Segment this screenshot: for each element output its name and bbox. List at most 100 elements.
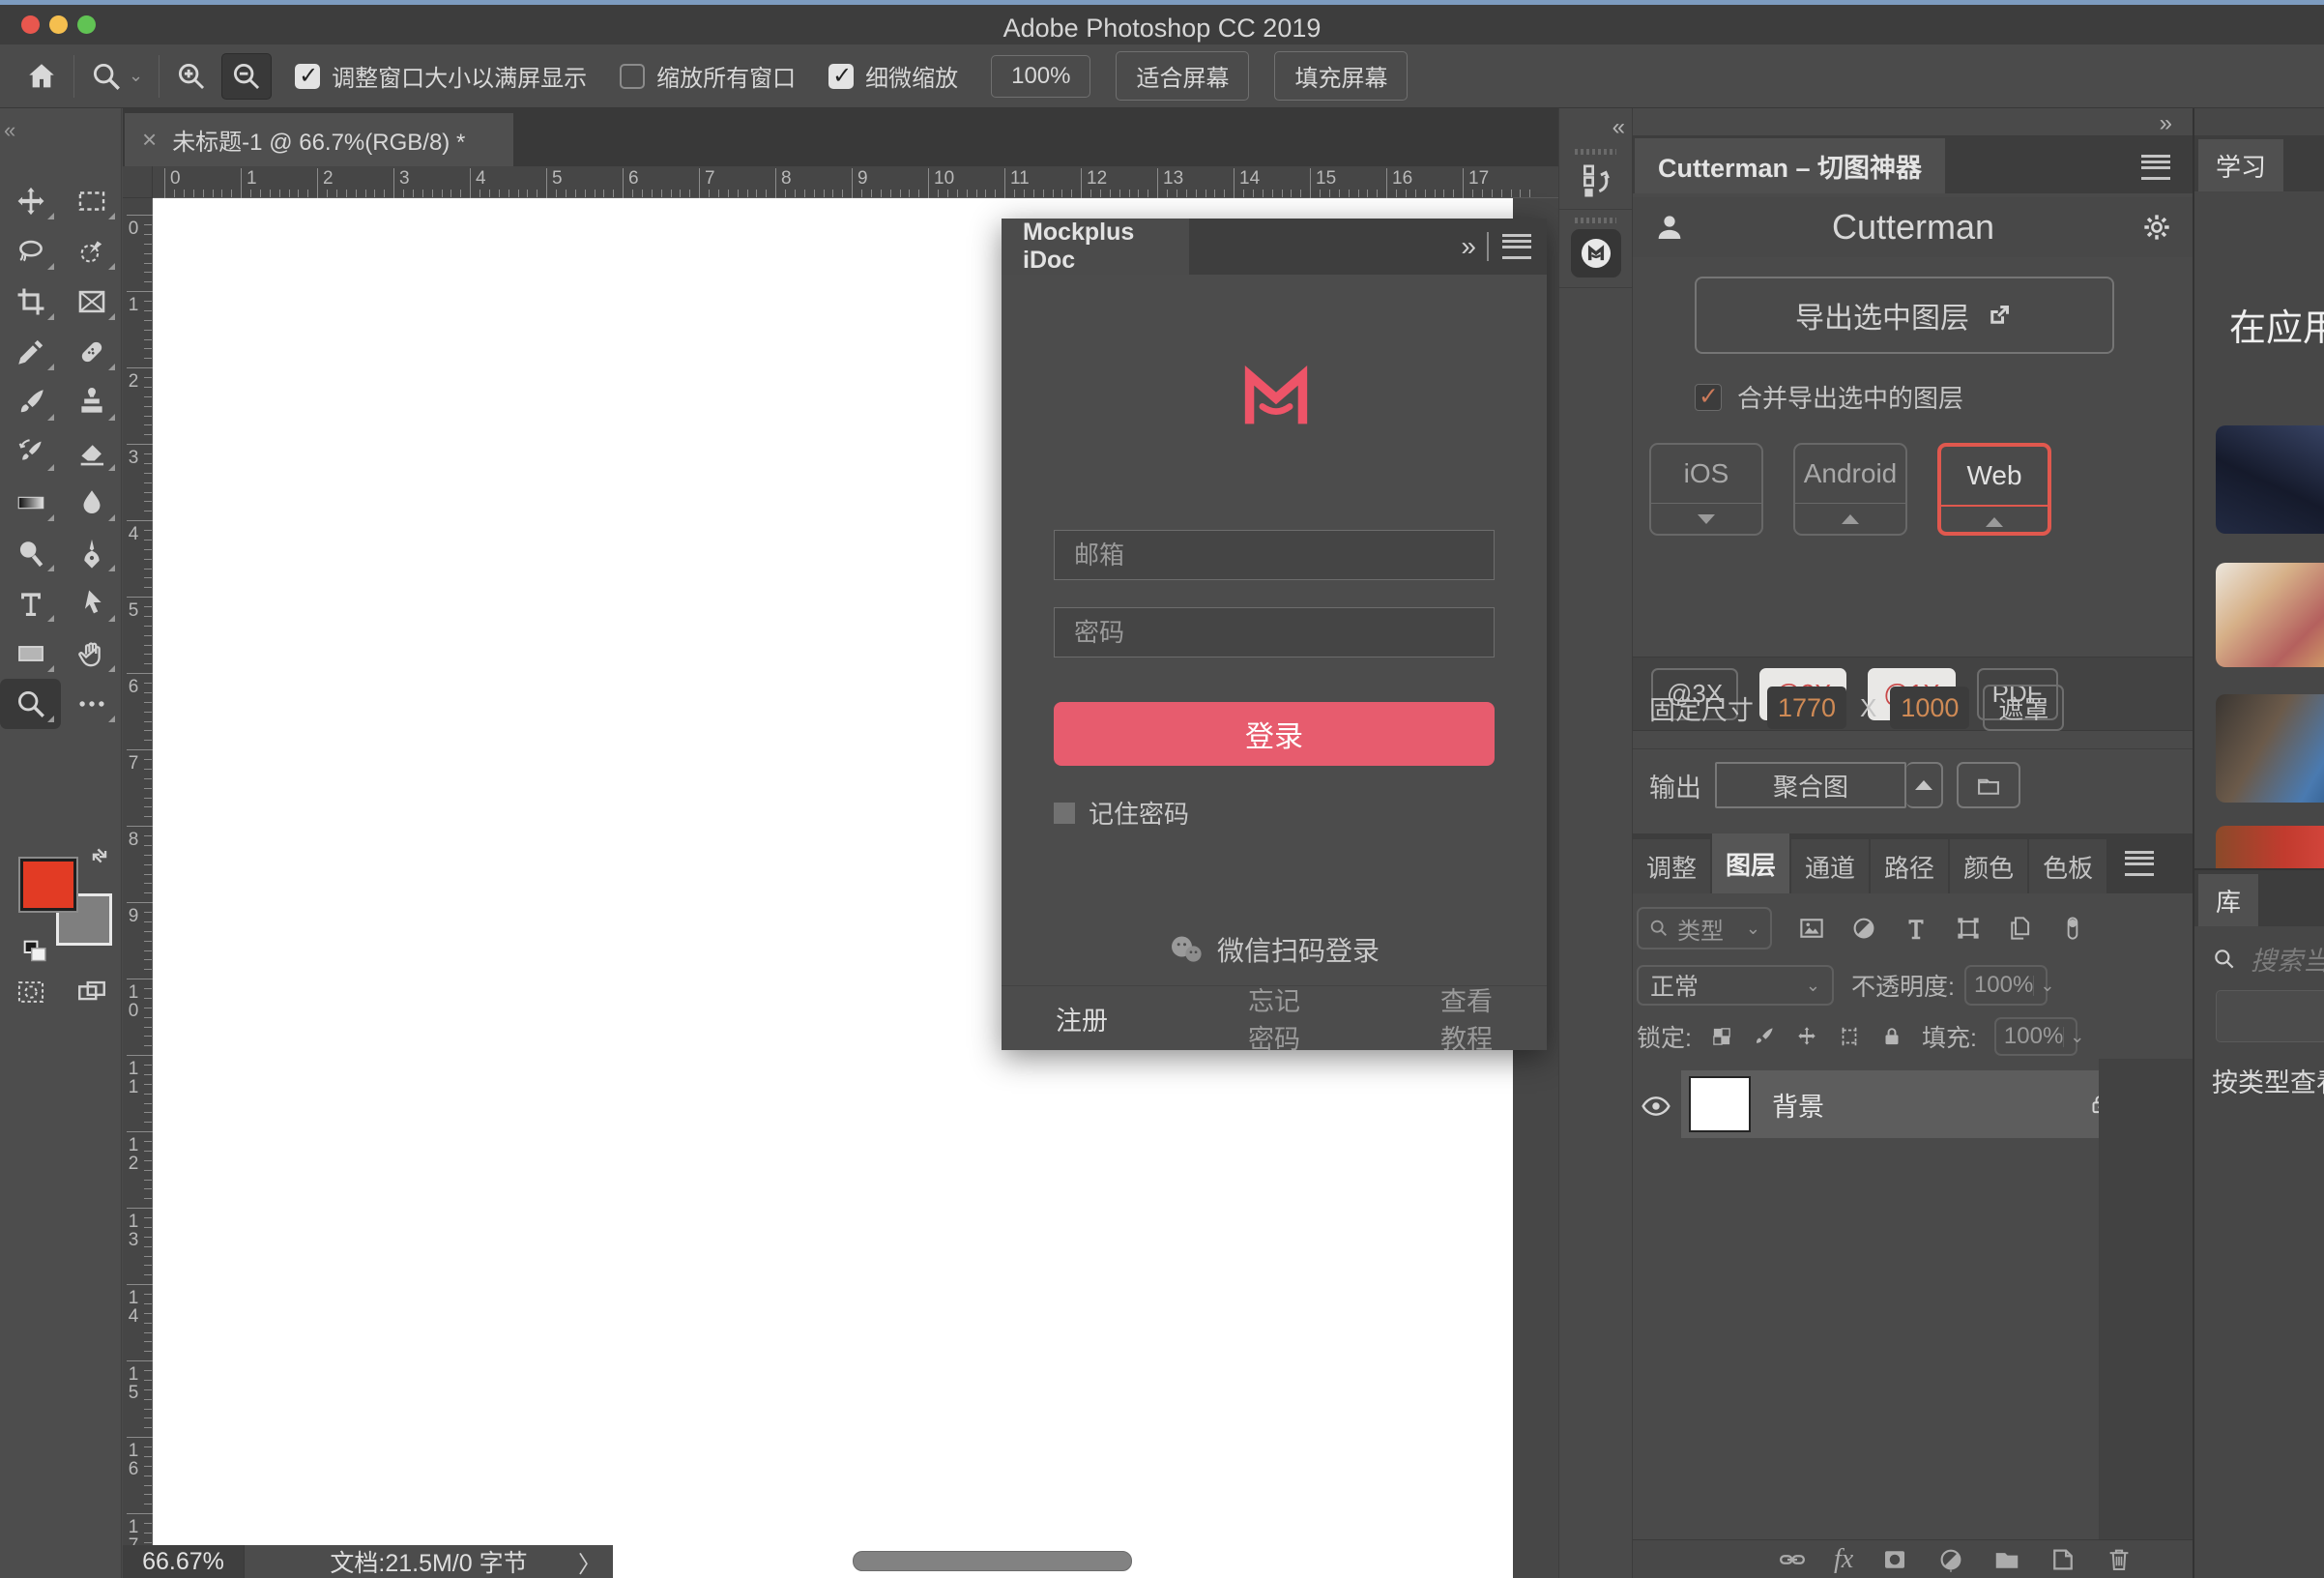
tab-libraries[interactable]: 库 — [2198, 874, 2258, 926]
frame-tool[interactable] — [61, 277, 122, 327]
height-input[interactable]: 1000 — [1890, 687, 1969, 729]
options-checkbox-1[interactable] — [620, 64, 645, 89]
move-tool[interactable] — [0, 176, 61, 226]
output-mode-select[interactable]: 聚合图 — [1715, 762, 1906, 808]
foreground-color-swatch[interactable] — [20, 859, 76, 911]
panel-menu-icon[interactable] — [1502, 234, 1531, 259]
layer-group-icon[interactable] — [1992, 1545, 2021, 1574]
quick-mask-button[interactable] — [0, 967, 61, 1017]
layer-thumbnail[interactable] — [1689, 1076, 1751, 1132]
lock-transparency-icon[interactable] — [1709, 1024, 1734, 1049]
delete-layer-icon[interactable] — [2105, 1545, 2134, 1574]
clone-stamp-tool[interactable] — [61, 377, 122, 427]
status-chevron-icon[interactable]: 〉 — [578, 1545, 601, 1578]
shape-filter-icon[interactable] — [1954, 914, 1983, 943]
tab-色板[interactable]: 色板 — [2029, 839, 2106, 893]
layer-mask-icon[interactable] — [1880, 1545, 1909, 1574]
mockplus-panel-collapsed[interactable] — [1559, 218, 1632, 288]
layer-row-background[interactable]: 背景 — [1681, 1070, 2137, 1138]
image-filter-icon[interactable] — [1797, 914, 1826, 943]
pen-tool[interactable] — [61, 528, 122, 578]
status-zoom-level[interactable]: 66.67% — [123, 1545, 244, 1578]
learn-thumbnail-florist[interactable] — [2216, 563, 2324, 667]
platform-web[interactable]: Web — [1937, 443, 2051, 536]
login-button[interactable]: 登录 — [1054, 702, 1495, 766]
zoom-tool[interactable] — [0, 679, 61, 729]
opacity-select[interactable]: 100% ⌄ — [1964, 965, 2048, 1006]
history-panel-collapsed[interactable] — [1559, 149, 1632, 210]
path-selection-tool[interactable] — [61, 578, 122, 628]
layer-visibility-eye-icon[interactable] — [1641, 1091, 1671, 1122]
merge-export-row[interactable]: 合并导出选中的图层 — [1695, 379, 1963, 415]
learn-thumbnail-art-supplies[interactable] — [2216, 694, 2324, 803]
forgot-password-link[interactable]: 忘记密码 — [1183, 980, 1365, 1056]
password-field[interactable] — [1054, 607, 1495, 658]
gear-icon[interactable] — [2141, 212, 2172, 243]
filter-type-select[interactable]: 类型 ⌄ — [1637, 907, 1772, 950]
lock-artboard-icon[interactable] — [1837, 1024, 1862, 1049]
hand-tool[interactable] — [61, 628, 122, 679]
tab-颜色[interactable]: 颜色 — [1950, 839, 2027, 893]
lock-paint-icon[interactable] — [1752, 1024, 1777, 1049]
home-icon[interactable] — [25, 60, 58, 93]
document-tab[interactable]: × 未标题-1 @ 66.7%(RGB/8) * — [125, 113, 513, 166]
tab-路径[interactable]: 路径 — [1871, 839, 1948, 893]
marquee-tool[interactable] — [61, 176, 122, 226]
tab-图层[interactable]: 图层 — [1712, 833, 1789, 893]
view-tutorial-link[interactable]: 查看教程 — [1365, 980, 1547, 1056]
fit-screen-button[interactable]: 适合屏幕 — [1116, 51, 1249, 101]
close-document-icon[interactable]: × — [142, 125, 157, 155]
zoom-in-button[interactable] — [175, 60, 208, 93]
layer-effects-icon[interactable]: fx — [1834, 1544, 1853, 1575]
merge-export-checkbox[interactable] — [1695, 384, 1722, 411]
type-tool[interactable] — [0, 578, 61, 628]
width-input[interactable]: 1770 — [1767, 687, 1846, 729]
output-mode-up-icon[interactable] — [1906, 762, 1943, 808]
link-layers-icon[interactable] — [1778, 1545, 1807, 1574]
smart-object-filter-icon[interactable] — [2006, 914, 2035, 943]
status-document-info[interactable]: 文档:21.5M/0 字节 〉 — [244, 1545, 613, 1578]
mockplus-dock-icon[interactable] — [1571, 229, 1621, 278]
screen-mode-button[interactable] — [61, 967, 122, 1017]
panel-menu-icon[interactable] — [2141, 155, 2170, 180]
new-layer-icon[interactable] — [2048, 1545, 2077, 1574]
eraser-tool[interactable] — [61, 427, 122, 478]
brush-tool[interactable] — [0, 377, 61, 427]
adjustment-layer-icon[interactable] — [1936, 1545, 1965, 1574]
mask-button[interactable]: 遮罩 — [1983, 685, 2064, 731]
libraries-search[interactable]: 搜索当前 — [2212, 940, 2324, 978]
tab-调整[interactable]: 调整 — [1633, 839, 1710, 893]
attribute-filter-icon[interactable] — [2058, 914, 2087, 943]
zoom-100-button[interactable]: 100% — [991, 55, 1090, 98]
blend-mode-select[interactable]: 正常 ⌄ — [1637, 965, 1834, 1006]
lock-all-icon[interactable] — [1879, 1024, 1904, 1049]
cutterman-tab[interactable]: Cutterman – 切图神器 — [1635, 138, 1945, 193]
tab-learn[interactable]: 学习 — [2198, 139, 2283, 191]
zoom-out-button[interactable] — [221, 53, 272, 100]
libraries-dropdown[interactable] — [2216, 990, 2324, 1042]
healing-brush-tool[interactable] — [61, 327, 122, 377]
type-filter-icon[interactable] — [1902, 914, 1931, 943]
fill-select[interactable]: 100% ⌄ — [1994, 1017, 2077, 1056]
options-checkbox-2[interactable] — [828, 64, 854, 89]
quick-selection-tool[interactable] — [61, 226, 122, 277]
collapse-dock-icon[interactable]: » — [2160, 110, 2169, 137]
register-link[interactable]: 注册 — [1002, 1000, 1183, 1037]
user-account-icon[interactable] — [1654, 212, 1685, 243]
mockplus-tab[interactable]: Mockplus iDoc — [1002, 219, 1189, 275]
eyedropper-tool[interactable] — [0, 327, 61, 377]
email-field[interactable] — [1054, 530, 1495, 580]
adjustment-filter-icon[interactable] — [1849, 914, 1878, 943]
history-panel-icon[interactable] — [1559, 161, 1632, 199]
more-tools[interactable] — [61, 679, 122, 729]
horizontal-scrollbar-thumb[interactable] — [853, 1551, 1132, 1571]
learn-thumbnail-dark-room[interactable] — [2216, 425, 2324, 534]
zoom-tool-preset[interactable]: ⌄ — [90, 60, 143, 93]
export-selected-layers-button[interactable]: 导出选中图层 — [1695, 277, 2114, 354]
blur-tool[interactable] — [61, 478, 122, 528]
swap-colors-icon[interactable] — [83, 839, 116, 872]
dodge-tool[interactable] — [0, 528, 61, 578]
fill-screen-button[interactable]: 填充屏幕 — [1274, 51, 1408, 101]
shape-tool[interactable] — [0, 628, 61, 679]
remember-password-row[interactable]: 记住密码 — [1054, 795, 1189, 831]
